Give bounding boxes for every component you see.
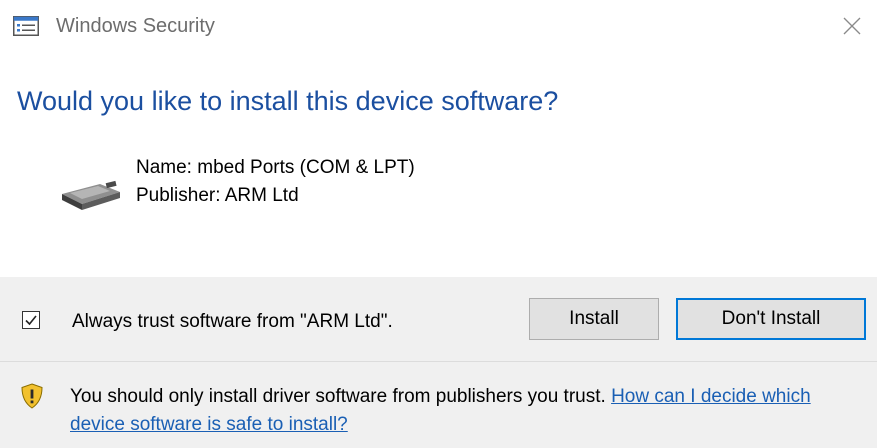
warning-message: You should only install driver software … (70, 383, 870, 439)
warning-text: You should only install driver software … (70, 386, 612, 407)
always-trust-label[interactable]: Always trust software from "ARM Ltd". (72, 310, 393, 334)
windows-security-dialog: Windows Security Would you like to insta… (0, 0, 877, 448)
dialog-heading: Would you like to install this device so… (17, 86, 559, 116)
checkmark-icon (25, 315, 37, 326)
shield-warning-icon (20, 383, 44, 409)
device-name: Name: mbed Ports (COM & LPT) (136, 157, 415, 178)
always-trust-checkbox[interactable] (22, 311, 40, 329)
install-button[interactable]: Install (529, 298, 659, 340)
device-info: Name: mbed Ports (COM & LPT) Publisher: … (136, 154, 415, 210)
device-ports-icon (60, 178, 124, 214)
dont-install-button[interactable]: Don't Install (676, 298, 866, 340)
windows-security-icon (13, 16, 39, 36)
close-icon (843, 17, 861, 35)
window-title: Windows Security (56, 15, 215, 37)
close-button[interactable] (836, 10, 868, 42)
device-publisher: Publisher: ARM Ltd (136, 185, 299, 206)
title-bar: Windows Security (0, 0, 877, 56)
